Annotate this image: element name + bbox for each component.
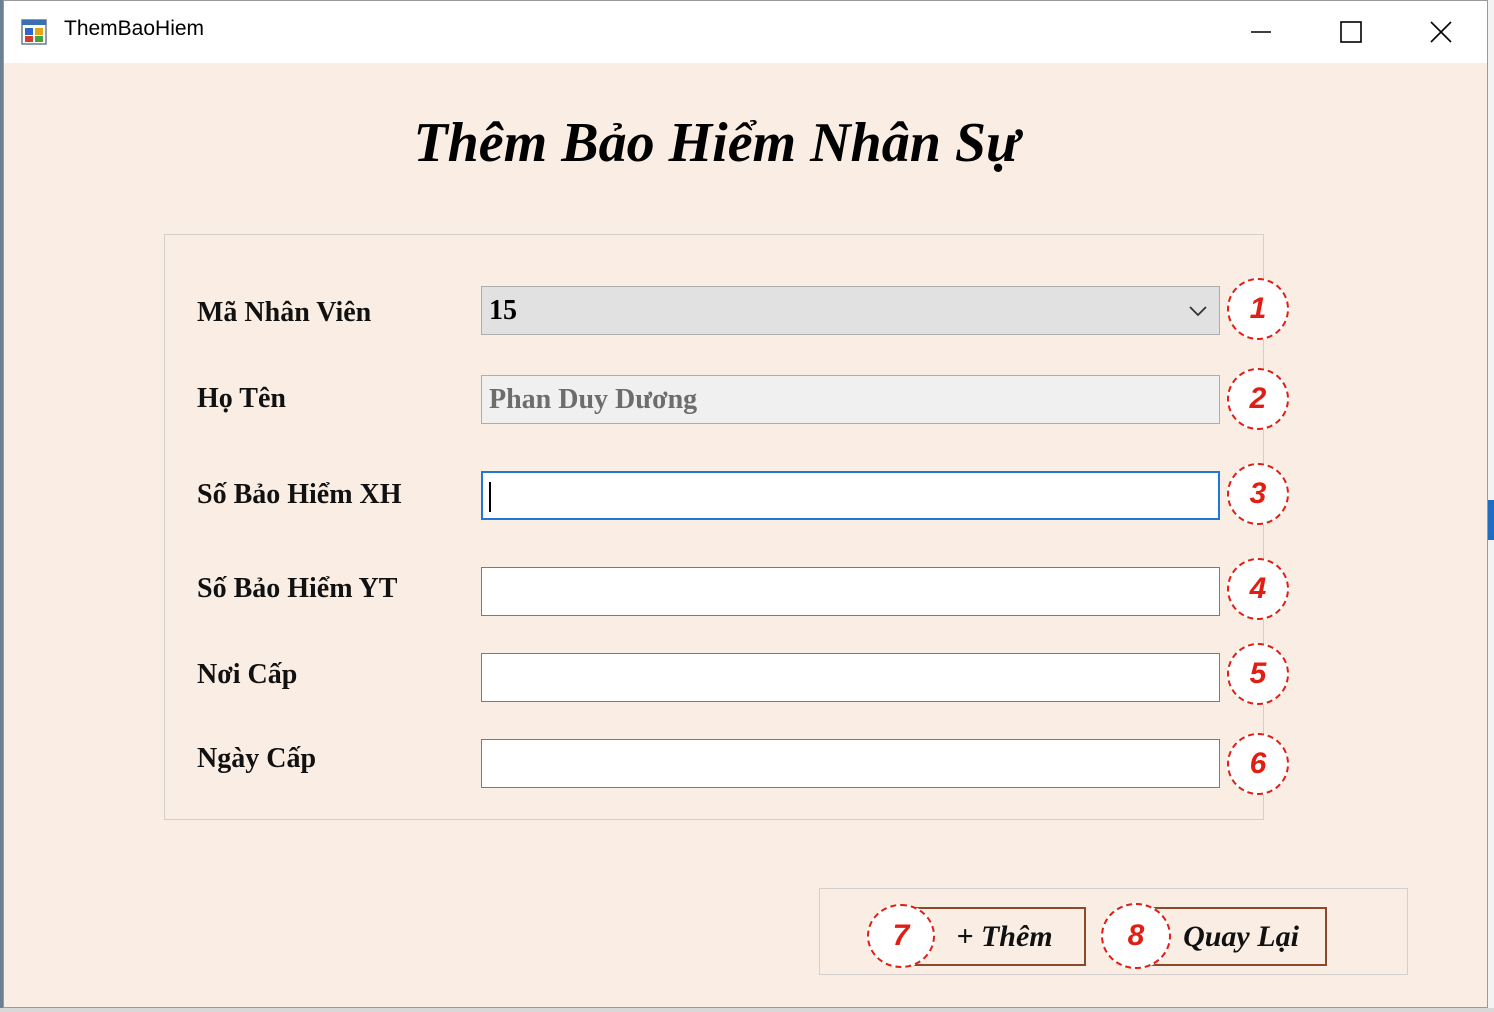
annotation-marker-7: 7: [867, 904, 935, 968]
add-button-label: + Thêm: [956, 919, 1053, 953]
background-window-edge: [1488, 0, 1494, 1012]
title-bar[interactable]: ThemBaoHiem: [4, 1, 1487, 63]
annotation-marker-1: 1: [1227, 278, 1289, 340]
window-title: ThemBaoHiem: [64, 17, 205, 40]
social-insurance-input[interactable]: [481, 471, 1220, 520]
annotation-marker-2: 2: [1227, 368, 1289, 430]
social-insurance-label: Số Bảo Hiểm XH: [197, 479, 402, 510]
maximize-icon: [1340, 21, 1362, 43]
annotation-marker-6: 6: [1227, 733, 1289, 795]
employee-id-label: Mã Nhân Viên: [197, 297, 372, 328]
place-of-issue-input[interactable]: [481, 653, 1220, 702]
maximize-button[interactable]: [1306, 1, 1396, 63]
annotation-marker-5: 5: [1227, 643, 1289, 705]
background-highlight: [1488, 500, 1494, 540]
minimize-button[interactable]: [1216, 1, 1306, 63]
app-icon: [21, 19, 47, 45]
background-window-edge-bottom: [0, 1008, 1494, 1012]
issue-date-label: Ngày Cấp: [197, 743, 317, 774]
dialog-window: ThemBaoHiem Thêm Bảo Hiểm Nhân Sự Mã Nhâ…: [3, 0, 1488, 1008]
health-insurance-label: Số Bảo Hiểm YT: [197, 573, 398, 604]
close-button[interactable]: [1396, 1, 1486, 63]
page-title: Thêm Bảo Hiểm Nhân Sự: [413, 112, 1020, 174]
full-name-value: Phan Duy Dương: [489, 384, 698, 415]
annotation-marker-4: 4: [1227, 558, 1289, 620]
full-name-field[interactable]: Phan Duy Dương: [481, 375, 1220, 424]
place-of-issue-label: Nơi Cấp: [197, 659, 298, 690]
annotation-marker-8: 8: [1101, 903, 1171, 969]
full-name-label: Họ Tên: [197, 383, 286, 414]
minimize-icon: [1251, 31, 1271, 33]
chevron-down-icon[interactable]: [1187, 301, 1209, 321]
close-icon: [1430, 21, 1452, 43]
back-button-label: Quay Lại: [1183, 919, 1299, 953]
health-insurance-input[interactable]: [481, 567, 1220, 616]
employee-id-combobox[interactable]: 15: [481, 286, 1220, 335]
issue-date-input[interactable]: [481, 739, 1220, 788]
text-cursor: [489, 482, 491, 512]
annotation-marker-3: 3: [1227, 463, 1289, 525]
employee-id-value: 15: [489, 295, 517, 326]
